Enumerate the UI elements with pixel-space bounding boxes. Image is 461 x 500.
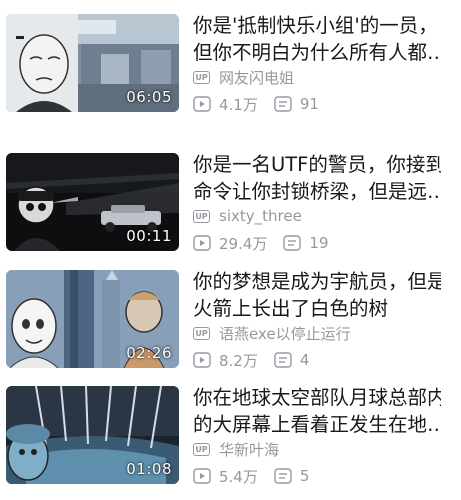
video-duration: 00:11: [126, 227, 172, 245]
view-count: 29.4万: [193, 233, 267, 254]
video-title-line: 你是'抵制快乐小组'的一员，: [193, 14, 438, 37]
comment-count-value: 4: [299, 351, 310, 369]
comment-count-value: 19: [309, 234, 329, 252]
comment-count-icon: [274, 96, 292, 112]
comment-count-value: 91: [299, 95, 319, 113]
video-title[interactable]: 你是一名UTF的警员，你接到 命令让你封锁桥梁，但是远…: [193, 151, 441, 205]
comment-count: 91: [274, 95, 319, 113]
uploader-row[interactable]: UP 网友闪电姐: [193, 67, 294, 87]
view-count: 8.2万: [193, 350, 258, 371]
video-title-line: 命令让你封锁桥梁，但是远…: [193, 180, 441, 203]
view-count: 5.4万: [193, 466, 258, 487]
view-count-value: 5.4万: [219, 467, 258, 486]
play-count-icon: [193, 352, 211, 368]
video-title-line: 你在地球太空部队月球总部内: [193, 386, 441, 409]
video-title[interactable]: 你是'抵制快乐小组'的一员， 但你不明白为什么所有人都…: [193, 12, 441, 66]
play-count-icon: [193, 235, 211, 251]
video-thumbnail[interactable]: 00:11: [6, 153, 179, 251]
video-thumbnail[interactable]: 01:08: [6, 386, 179, 484]
view-count: 4.1万: [193, 94, 258, 115]
video-title-line: 的大屏幕上看着正发生在地…: [193, 413, 441, 436]
uploader-name[interactable]: 语燕exe以停止运行: [219, 323, 351, 344]
video-thumbnail[interactable]: 02:26: [6, 270, 179, 368]
view-count-value: 29.4万: [219, 234, 268, 253]
comment-count: 4: [274, 351, 310, 369]
video-title-line: 但你不明白为什么所有人都…: [193, 41, 441, 64]
video-title-line: 你是一名UTF的警员，你接到: [193, 153, 441, 176]
video-stats: 4.1万 91: [193, 94, 335, 114]
video-duration: 02:26: [126, 344, 172, 362]
video-title[interactable]: 你在地球太空部队月球总部内 的大屏幕上看着正发生在地…: [193, 384, 441, 438]
video-duration: 06:05: [126, 88, 172, 106]
uploader-name[interactable]: 网友闪电姐: [219, 67, 294, 88]
video-stats: 5.4万 5: [193, 466, 325, 486]
uploader-row[interactable]: UP 语燕exe以停止运行: [193, 323, 351, 343]
comment-count-icon: [283, 235, 302, 251]
video-title-line: 你的梦想是成为宇航员，但是: [193, 270, 441, 293]
comment-count-value: 5: [299, 467, 310, 485]
uploader-row[interactable]: UP 华新叶海: [193, 439, 279, 459]
video-stats: 29.4万 19: [193, 233, 345, 253]
uploader-name[interactable]: sixty_three: [219, 207, 302, 225]
comment-count: 5: [274, 467, 310, 485]
video-thumbnail[interactable]: 06:05: [6, 14, 179, 112]
up-badge-icon: UP: [193, 326, 210, 340]
video-duration: 01:08: [126, 460, 172, 478]
video-title[interactable]: 你的梦想是成为宇航员，但是 火箭上长出了白色的树: [193, 268, 441, 322]
comment-count-icon: [274, 468, 292, 484]
view-count-value: 4.1万: [219, 95, 258, 114]
play-count-icon: [193, 96, 211, 112]
uploader-row[interactable]: UP sixty_three: [193, 206, 302, 226]
comment-count: 19: [283, 234, 329, 252]
play-count-icon: [193, 468, 211, 484]
uploader-name[interactable]: 华新叶海: [219, 439, 279, 460]
up-badge-icon: UP: [193, 442, 210, 456]
comment-count-icon: [274, 352, 292, 368]
up-badge-icon: UP: [193, 209, 210, 223]
up-badge-icon: UP: [193, 70, 210, 84]
view-count-value: 8.2万: [219, 351, 258, 370]
video-stats: 8.2万 4: [193, 350, 325, 370]
video-title-line: 火箭上长出了白色的树: [193, 297, 389, 320]
